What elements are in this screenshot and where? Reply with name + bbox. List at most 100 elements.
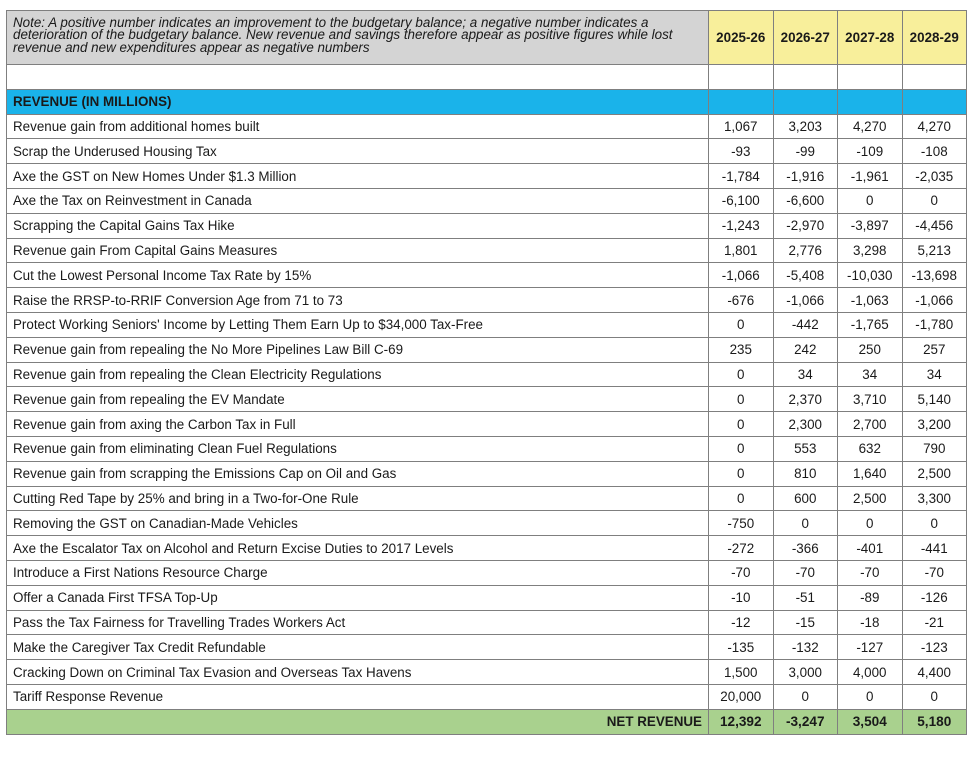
row-value: 257: [901, 336, 967, 363]
row-value: -1,063: [837, 287, 903, 313]
row-value: -1,780: [901, 311, 967, 338]
row-value: 600: [772, 485, 838, 512]
row-label: Revenue gain from eliminating Clean Fuel…: [6, 435, 709, 462]
row-label: Cut the Lowest Personal Income Tax Rate …: [6, 262, 709, 289]
row-value: 34: [772, 361, 838, 388]
table-row: Axe the GST on New Homes Under $1.3 Mill…: [6, 163, 967, 189]
row-value: -99: [772, 138, 838, 165]
row-value: -441: [901, 535, 967, 561]
row-value: 1,801: [708, 237, 774, 264]
row-value: -123: [901, 634, 967, 661]
row-value: -109: [837, 138, 903, 165]
row-value: 0: [708, 485, 774, 512]
table-row: Scrapping the Capital Gains Tax Hike -1,2…: [6, 212, 967, 239]
row-value: -6,100: [708, 187, 774, 214]
table-row: Revenue gain from repealing the No More …: [6, 336, 967, 363]
row-value: -70: [901, 559, 967, 586]
row-label: Raise the RRSP-to-RRIF Conversion Age fr…: [6, 287, 709, 313]
row-label: Revenue gain from axing the Carbon Tax i…: [6, 411, 709, 437]
net-revenue-row: NET REVENUE 12,392 -3,247 3,504 5,180: [6, 708, 967, 735]
row-value: 0: [708, 386, 774, 413]
row-value: 2,500: [901, 460, 967, 487]
table-row: Make the Caregiver Tax Credit Refundable…: [6, 634, 967, 661]
row-value: -126: [901, 584, 967, 611]
row-value: 242: [772, 336, 838, 363]
table-row: Introduce a First Nations Resource Charg…: [6, 559, 967, 586]
row-value: 4,270: [901, 113, 967, 140]
row-value: -108: [901, 138, 967, 165]
row-label: Revenue gain From Capital Gains Measures: [6, 237, 709, 264]
table-row: Revenue gain from repealing the Clean El…: [6, 361, 967, 388]
net-revenue-value: 12,392: [708, 708, 774, 735]
row-value: 3,203: [772, 113, 838, 140]
row-label: Removing the GST on Canadian-Made Vehicl…: [6, 510, 709, 537]
table-row: Tariff Response Revenue 20,000 0 0 0: [6, 683, 967, 710]
row-value: -135: [708, 634, 774, 661]
row-value: -4,456: [901, 212, 967, 239]
row-value: -366: [772, 535, 838, 561]
row-value: -1,066: [708, 262, 774, 289]
row-value: -70: [837, 559, 903, 586]
row-value: 0: [837, 187, 903, 214]
row-value: 34: [837, 361, 903, 388]
row-value: -21: [901, 609, 967, 636]
row-value: 4,000: [837, 659, 903, 685]
row-label: Offer a Canada First TFSA Top-Up: [6, 584, 709, 611]
row-value: -3,897: [837, 212, 903, 239]
row-value: -2,970: [772, 212, 838, 239]
row-value: 250: [837, 336, 903, 363]
row-value: 3,710: [837, 386, 903, 413]
row-value: 3,000: [772, 659, 838, 685]
row-value: 1,067: [708, 113, 774, 140]
table-row: Revenue gain from axing the Carbon Tax i…: [6, 411, 967, 437]
row-value: 0: [708, 361, 774, 388]
row-value: -13,698: [901, 262, 967, 289]
row-value: 553: [772, 435, 838, 462]
row-value: 0: [772, 510, 838, 537]
row-value: -1,961: [837, 163, 903, 189]
row-value: 3,300: [901, 485, 967, 512]
row-label: Revenue gain from repealing the EV Manda…: [6, 386, 709, 413]
row-value: 3,298: [837, 237, 903, 264]
row-value: -2,035: [901, 163, 967, 189]
row-value: -5,408: [772, 262, 838, 289]
table-row: Offer a Canada First TFSA Top-Up -10 -51 -8…: [6, 584, 967, 611]
row-value: -1,066: [901, 287, 967, 313]
row-label: Cracking Down on Criminal Tax Evasion an…: [6, 659, 709, 685]
table-row: Cut the Lowest Personal Income Tax Rate …: [6, 262, 967, 289]
revenue-table-container: Note: A positive number indicates an imp…: [6, 10, 967, 735]
row-value: -442: [772, 311, 838, 338]
net-revenue-value: 5,180: [901, 708, 967, 735]
row-value: -10,030: [837, 262, 903, 289]
table-row: Raise the RRSP-to-RRIF Conversion Age fr…: [6, 287, 967, 313]
row-label: Scrap the Underused Housing Tax: [6, 138, 709, 165]
empty-cell: [772, 64, 838, 90]
row-label: Tariff Response Revenue: [6, 683, 709, 710]
row-value: -127: [837, 634, 903, 661]
row-label: Revenue gain from scrapping the Emission…: [6, 460, 709, 487]
row-value: -401: [837, 535, 903, 561]
table-row: Revenue gain From Capital Gains Measures…: [6, 237, 967, 264]
row-value: 4,400: [901, 659, 967, 685]
row-label: Scrapping the Capital Gains Tax Hike: [6, 212, 709, 239]
row-value: 20,000: [708, 683, 774, 710]
row-value: -750: [708, 510, 774, 537]
row-value: 1,500: [708, 659, 774, 685]
row-value: -70: [708, 559, 774, 586]
row-value: 0: [708, 411, 774, 437]
row-label: Revenue gain from repealing the No More …: [6, 336, 709, 363]
empty-cell: [6, 64, 709, 90]
section-title: REVENUE (IN MILLIONS): [6, 88, 709, 115]
row-value: -12: [708, 609, 774, 636]
row-value: -1,243: [708, 212, 774, 239]
row-label: Axe the Escalator Tax on Alcohol and Ret…: [6, 535, 709, 561]
row-value: -1,916: [772, 163, 838, 189]
row-value: 0: [708, 435, 774, 462]
empty-cell: [901, 64, 967, 90]
row-label: Pass the Tax Fairness for Travelling Tra…: [6, 609, 709, 636]
row-value: 0: [901, 187, 967, 214]
spacer-row: [6, 64, 967, 90]
table-row: Removing the GST on Canadian-Made Vehicl…: [6, 510, 967, 537]
row-value: 235: [708, 336, 774, 363]
table-row: Cracking Down on Criminal Tax Evasion an…: [6, 659, 967, 685]
